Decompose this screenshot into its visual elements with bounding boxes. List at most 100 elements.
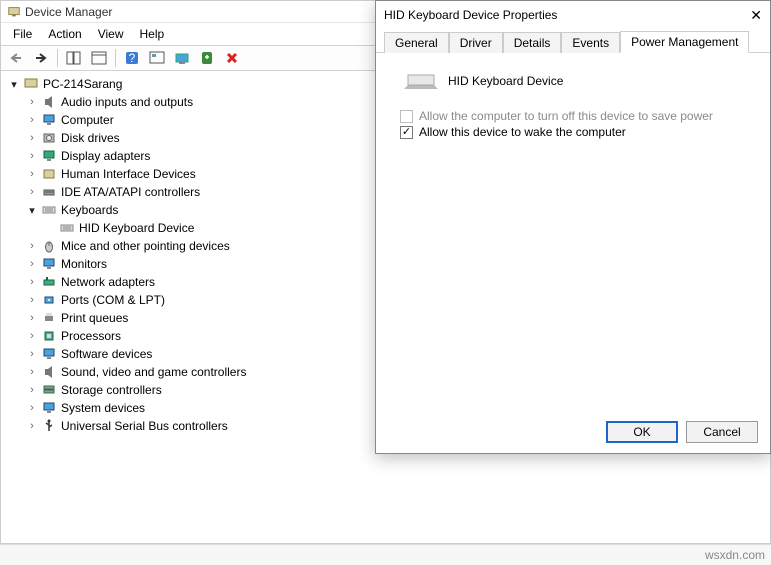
tree-category-label: Network adapters [59, 275, 155, 289]
forward-button[interactable] [30, 48, 52, 68]
device-name: HID Keyboard Device [448, 74, 563, 88]
expand-icon[interactable]: › [25, 150, 39, 162]
expand-icon[interactable]: › [25, 312, 39, 324]
monitor-icon [41, 256, 57, 272]
tab-general[interactable]: General [384, 32, 449, 53]
tab-strip: General Driver Details Events Power Mana… [376, 29, 770, 53]
tree-category-label: Computer [59, 113, 114, 127]
checkbox-wake[interactable] [400, 126, 413, 139]
tree-category-label: Human Interface Devices [59, 167, 196, 181]
tree-category-label: Processors [59, 329, 121, 343]
dialog-titlebar: HID Keyboard Device Properties ✕ [376, 1, 770, 29]
expand-icon[interactable]: › [25, 366, 39, 378]
option-allow-wake[interactable]: Allow this device to wake the computer [400, 125, 754, 139]
speaker-icon [41, 364, 57, 380]
net-icon [41, 274, 57, 290]
svg-text:?: ? [129, 51, 136, 65]
update-driver-button[interactable] [171, 48, 193, 68]
menu-help[interactable]: Help [132, 25, 173, 43]
expand-icon[interactable]: › [25, 348, 39, 360]
tree-category-label: Audio inputs and outputs [59, 95, 193, 109]
tab-events[interactable]: Events [561, 32, 620, 53]
tab-details[interactable]: Details [503, 32, 562, 53]
ok-button[interactable]: OK [606, 421, 678, 443]
print-icon [41, 310, 57, 326]
expand-icon[interactable]: › [25, 132, 39, 144]
expand-icon[interactable]: › [25, 240, 39, 252]
storage-icon [41, 382, 57, 398]
disk-icon [41, 130, 57, 146]
status-bar: wsxdn.com [0, 544, 771, 565]
expand-icon[interactable]: › [25, 402, 39, 414]
keyboard-icon [404, 71, 438, 91]
tree-category-label: Storage controllers [59, 383, 162, 397]
tab-power-management[interactable]: Power Management [620, 31, 749, 53]
menu-action[interactable]: Action [40, 25, 89, 43]
expand-icon[interactable]: › [25, 420, 39, 432]
toolbar-separator [57, 49, 58, 67]
app-icon [7, 5, 21, 19]
expand-icon[interactable]: ▾ [7, 78, 21, 91]
scan-button[interactable] [146, 48, 168, 68]
tab-driver[interactable]: Driver [449, 32, 503, 53]
option-turnoff-label: Allow the computer to turn off this devi… [419, 109, 713, 123]
cancel-button[interactable]: Cancel [686, 421, 758, 443]
kbd-icon [41, 202, 57, 218]
uninstall-button[interactable] [196, 48, 218, 68]
monitor-icon [41, 112, 57, 128]
dialog-title: HID Keyboard Device Properties [384, 8, 557, 22]
expand-icon[interactable]: › [25, 168, 39, 180]
expand-icon[interactable]: › [25, 186, 39, 198]
showhide-button[interactable] [63, 48, 85, 68]
option-allow-turnoff: Allow the computer to turn off this devi… [400, 109, 754, 123]
tree-category-label: Monitors [59, 257, 107, 271]
computer-icon [23, 76, 39, 92]
option-wake-label: Allow this device to wake the computer [419, 125, 626, 139]
expand-icon[interactable]: › [25, 276, 39, 288]
tree-device-label: HID Keyboard Device [77, 221, 194, 235]
menu-file[interactable]: File [5, 25, 40, 43]
expand-icon[interactable]: › [25, 294, 39, 306]
toolbar-separator [115, 49, 116, 67]
menu-view[interactable]: View [90, 25, 132, 43]
speaker-icon [41, 94, 57, 110]
checkbox-turnoff [400, 110, 413, 123]
ide-icon [41, 184, 57, 200]
tree-category-label: IDE ATA/ATAPI controllers [59, 185, 200, 199]
tree-category-label: Mice and other pointing devices [59, 239, 230, 253]
soft-icon [41, 346, 57, 362]
tree-category-label: System devices [59, 401, 145, 415]
expand-icon[interactable]: › [25, 114, 39, 126]
back-button[interactable] [5, 48, 27, 68]
tree-category-label: Keyboards [59, 203, 118, 217]
cpu-icon [41, 328, 57, 344]
tree-category-label: Universal Serial Bus controllers [59, 419, 228, 433]
tree-category-label: Sound, video and game controllers [59, 365, 246, 379]
expand-icon[interactable]: › [25, 384, 39, 396]
tab-content: HID Keyboard Device Allow the computer t… [376, 53, 770, 413]
properties-dialog: HID Keyboard Device Properties ✕ General… [375, 0, 771, 454]
expand-icon[interactable]: › [25, 330, 39, 342]
system-icon [41, 400, 57, 416]
tree-category-label: Software devices [59, 347, 152, 361]
disable-button[interactable] [221, 48, 243, 68]
expand-icon[interactable]: › [25, 258, 39, 270]
main-title: Device Manager [25, 5, 112, 19]
close-button[interactable]: ✕ [750, 7, 762, 24]
device-header: HID Keyboard Device [404, 71, 754, 91]
tree-category-label: Print queues [59, 311, 128, 325]
help-button[interactable]: ? [121, 48, 143, 68]
properties-button[interactable] [88, 48, 110, 68]
mouse-icon [41, 238, 57, 254]
tree-category-label: Disk drives [59, 131, 120, 145]
tree-root-label: PC-214Sarang [41, 77, 122, 91]
dialog-buttons: OK Cancel [606, 421, 758, 443]
expand-icon[interactable]: ▾ [25, 204, 39, 217]
usb-icon [41, 418, 57, 434]
tree-category-label: Display adapters [59, 149, 150, 163]
display-icon [41, 148, 57, 164]
tree-category-label: Ports (COM & LPT) [59, 293, 165, 307]
hid-icon [41, 166, 57, 182]
expand-icon[interactable]: › [25, 96, 39, 108]
watermark: wsxdn.com [705, 548, 765, 562]
